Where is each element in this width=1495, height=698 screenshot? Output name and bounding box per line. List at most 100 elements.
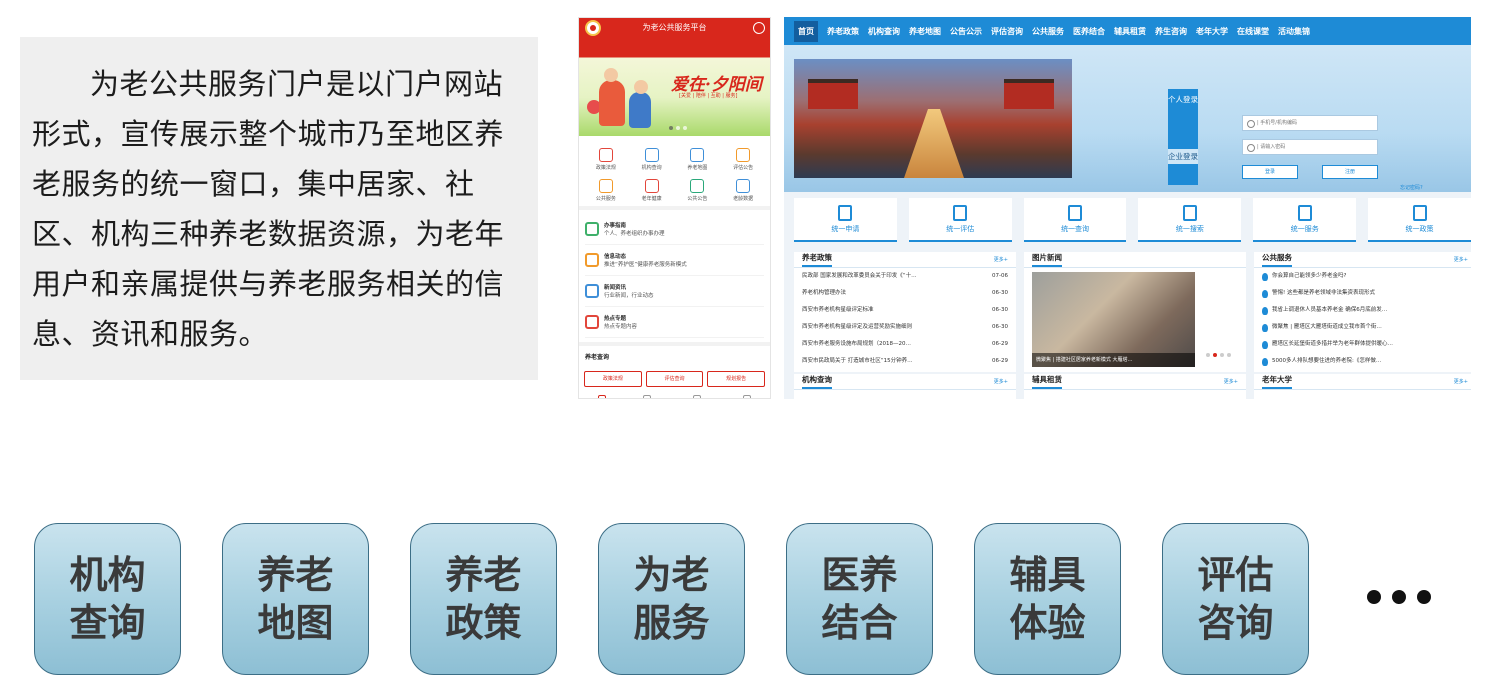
list-title: 热点专题 <box>604 316 627 322</box>
register-button[interactable]: 注册 <box>1322 165 1378 179</box>
nav-item[interactable]: 养老政策 <box>827 26 859 37</box>
nav-item[interactable]: 机构查询 <box>868 26 900 37</box>
query-button[interactable]: 政策法规 <box>584 371 642 387</box>
query-button[interactable]: 规划报告 <box>707 371 766 387</box>
public-title: 公共服务 <box>1262 252 1292 267</box>
quick-link[interactable]: 统一评估 <box>908 198 1012 242</box>
nav-item[interactable]: 辅具租赁 <box>1114 26 1146 37</box>
nav-item[interactable]: 医养结合 <box>1073 26 1105 37</box>
grid-item[interactable]: 养老地图 <box>675 148 721 171</box>
grid-item[interactable]: 老龄数据 <box>720 179 766 202</box>
quick-link[interactable]: 统一搜索 <box>1138 198 1242 242</box>
quick-link[interactable]: 统一服务 <box>1253 198 1357 242</box>
grid-item[interactable]: 公共服务 <box>583 179 629 202</box>
quick-icon <box>1182 204 1197 221</box>
tab-1[interactable]: 资讯 <box>642 395 652 398</box>
news-photo-image[interactable]: 微聚焦 | 搭建社区居家养老新模式 大雁塔… <box>1032 272 1195 367</box>
tab-0[interactable]: 首页 <box>597 395 607 398</box>
query-button[interactable]: 评估查询 <box>645 371 704 387</box>
policy-row-title: 西安市养老机构星级评定标准 <box>802 307 874 313</box>
policy-row[interactable]: 民政部 国家发展和改革委员会关于印发《“十… 07-06 <box>794 268 1016 285</box>
grid-item[interactable]: 政策法规 <box>583 148 629 171</box>
tab-3[interactable]: 我的 <box>742 395 752 398</box>
public-row[interactable]: 警惕! 这些都是养老领域非法集资表现形式 <box>1254 285 1471 302</box>
mobile-screenshot: 为老公共服务平台 爱在·夕阳间 [关爱 | 陪伴 | 互助 | 服务] 政策法规… <box>578 17 771 399</box>
news-caption[interactable]: 微聚焦 | 搭建社区居家养老新模式 大雁塔… <box>1032 353 1195 367</box>
list-desc: 个人、养老组织办事办理 <box>604 231 665 237</box>
policy-row[interactable]: 西安市养老机构星级评定标准 06-30 <box>794 302 1016 319</box>
quick-icon <box>1297 204 1312 221</box>
feature-line1: 辅具 <box>1009 553 1086 597</box>
feature-button[interactable]: 机构 查询 <box>34 523 181 675</box>
banner-pager[interactable] <box>669 126 687 130</box>
quick-icon <box>838 204 853 221</box>
policy-row[interactable]: 西安市养老服务设施布局规划（2018—20… 06-29 <box>794 336 1016 353</box>
public-row[interactable]: 5000多人排队想要住进的养老院:《怎样做… <box>1254 353 1471 370</box>
mobile-section-title: 养老查询 <box>579 342 770 365</box>
forgot-password-link[interactable]: 忘记密码? <box>1400 184 1423 191</box>
grid-icon <box>736 179 751 193</box>
grid-icon <box>690 179 705 193</box>
feature-button[interactable]: 医养 结合 <box>786 523 933 675</box>
mobile-tabbar: 首页 资讯 机构查询 我的 <box>579 393 770 398</box>
grid-label: 评估公告 <box>733 165 754 171</box>
list-item[interactable]: 办事指南 个人、养老组织办事办理 <box>585 214 764 245</box>
public-row-title: 你会算自己能领多少养老金吗? <box>1272 273 1347 279</box>
grid-item[interactable]: 公共公告 <box>675 179 721 202</box>
public-row[interactable]: 我省上调退休人员基本养老金 确保6月底前发… <box>1254 302 1471 319</box>
user-icon[interactable] <box>753 22 765 34</box>
list-item[interactable]: 热点专题 热点专题内容 <box>585 307 764 338</box>
nav-item[interactable]: 在线课堂 <box>1237 26 1269 37</box>
feature-button[interactable]: 养老 政策 <box>410 523 557 675</box>
password-input[interactable]: | 请输入密码 <box>1242 139 1378 155</box>
feature-button[interactable]: 养老 地图 <box>222 523 369 675</box>
quick-link[interactable]: 统一政策 <box>1368 198 1471 242</box>
public-service-panel: 公共服务 更多+ 你会算自己能领多少养老金吗? 警惕! 这些都是养老领域非法集资表现… <box>1254 252 1471 372</box>
nav-item[interactable]: 养老地图 <box>909 26 941 37</box>
nav-item[interactable]: 养生咨询 <box>1155 26 1187 37</box>
web-hero: 个人登录 企业登录 | 手机号/机构编码 | 请输入密码 登录 注册 忘记密码? <box>784 45 1471 192</box>
feature-button[interactable]: 为老 服务 <box>598 523 745 675</box>
policy-row[interactable]: 西安市民政局关于 打造城市社区“15分钟养… 06-29 <box>794 353 1016 370</box>
feature-button[interactable]: 评估 咨询 <box>1162 523 1309 675</box>
web-quick-links: 统一申请 统一评估 统一查询 统一搜索 统一服务 统一政策 <box>784 192 1471 242</box>
tab-2[interactable]: 机构查询 <box>687 395 707 398</box>
bottom-more-link[interactable]: 更多+ <box>994 378 1008 385</box>
phone-input[interactable]: | 手机号/机构编码 <box>1242 115 1378 131</box>
news-pager[interactable] <box>1206 353 1231 357</box>
nav-item[interactable]: 评估咨询 <box>991 26 1023 37</box>
login-tab-personal[interactable]: 个人登录 企业登录 <box>1168 89 1198 185</box>
grid-item[interactable]: 评估公告 <box>720 148 766 171</box>
nav-item[interactable]: 公共服务 <box>1032 26 1064 37</box>
intro-text: 为老公共服务门户是以门户网站形式，宣传展示整个城市乃至地区养老服务的统一窗口，集… <box>32 67 505 351</box>
policy-more-link[interactable]: 更多+ <box>994 256 1008 263</box>
policy-row-title: 西安市民政局关于 打造城市社区“15分钟养… <box>802 358 913 364</box>
nav-item[interactable]: 老年大学 <box>1196 26 1228 37</box>
quick-link[interactable]: 统一申请 <box>794 198 897 242</box>
list-icon <box>585 222 599 236</box>
nav-item[interactable]: 首页 <box>794 20 818 42</box>
bottom-more-link[interactable]: 更多+ <box>1454 378 1468 385</box>
quick-label: 统一服务 <box>1290 224 1319 233</box>
list-item[interactable]: 新闻资讯 行业新闻，行业动态 <box>585 276 764 307</box>
policy-row[interactable]: 养老机构管理办法 06-30 <box>794 285 1016 302</box>
bottom-more-link[interactable]: 更多+ <box>1224 378 1238 385</box>
login-tab-company[interactable]: 企业登录 <box>1168 149 1198 164</box>
news-title: 图片新闻 <box>1032 252 1062 267</box>
grid-item[interactable]: 机构查询 <box>629 148 675 171</box>
grid-item[interactable]: 老年健康 <box>629 179 675 202</box>
public-row[interactable]: 微聚焦 | 雁塔区大雁塔街道成立我市首个街… <box>1254 319 1471 336</box>
list-item[interactable]: 信息动态 推进“养护医”健康养老服务新模式 <box>585 245 764 276</box>
public-row[interactable]: 雁塔区长延堡街道多措并举为老年群体提供暖心… <box>1254 336 1471 353</box>
public-more-link[interactable]: 更多+ <box>1454 256 1468 263</box>
quick-link[interactable]: 统一查询 <box>1023 198 1127 242</box>
nav-item[interactable]: 公告公示 <box>950 26 982 37</box>
quick-label: 统一查询 <box>1061 224 1090 233</box>
mobile-banner[interactable]: 爱在·夕阳间 [关爱 | 陪伴 | 互助 | 服务] <box>579 40 770 136</box>
policy-row[interactable]: 西安市养老机构星级评定及运营奖励实施细则 06-30 <box>794 319 1016 336</box>
nav-item[interactable]: 活动集锦 <box>1278 26 1310 37</box>
feature-button[interactable]: 辅具 体验 <box>974 523 1121 675</box>
grid-label: 公共公告 <box>687 196 708 202</box>
login-button[interactable]: 登录 <box>1242 165 1298 179</box>
public-row[interactable]: 你会算自己能领多少养老金吗? <box>1254 268 1471 285</box>
